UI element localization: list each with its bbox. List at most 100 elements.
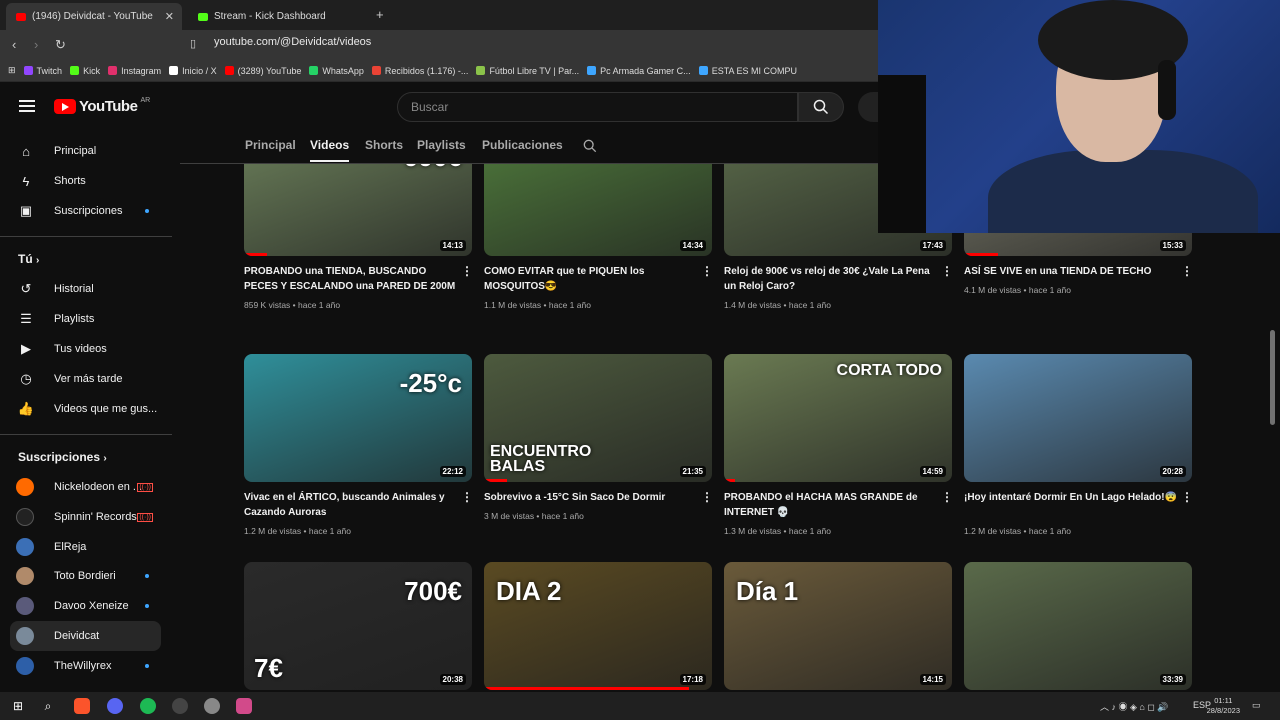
headset-icon xyxy=(1158,60,1176,120)
home-icon: ⌂ xyxy=(22,143,30,159)
video-meta: 1.2 M de vistas • hace 1 año xyxy=(964,526,1071,536)
duration-badge: 17:18 xyxy=(679,674,706,685)
video-meta: 4.1 M de vistas • hace 1 año xyxy=(964,285,1071,295)
new-tab-button[interactable]: + xyxy=(376,7,384,22)
tab-videos[interactable]: Videos xyxy=(310,138,350,162)
tab-shorts[interactable]: Shorts xyxy=(365,138,403,152)
obs-icon[interactable] xyxy=(172,698,188,714)
url-field[interactable]: youtube.com/@Deividcat/videos xyxy=(214,36,371,48)
bookmark-gmail[interactable]: Recibidos (1.176) -... xyxy=(371,66,468,76)
video-thumbnail[interactable]: 33:39 xyxy=(964,562,1192,690)
video-title[interactable]: Reloj de 900€ vs reloj de 30€ ¿Vale La P… xyxy=(724,264,939,294)
sidebar-item-principal[interactable]: ⌂ Principal xyxy=(10,136,161,166)
youtube-play-icon xyxy=(54,99,76,114)
scrollbar[interactable] xyxy=(1270,330,1275,425)
youtube-logo[interactable]: YouTube AR xyxy=(54,97,150,115)
voice-search-button[interactable] xyxy=(858,92,880,122)
more-options-icon[interactable]: ⋮ xyxy=(461,490,473,504)
duration-badge: 33:39 xyxy=(1159,674,1186,685)
search-icon xyxy=(813,99,829,115)
video-meta: 1.1 M de vistas • hace 1 año xyxy=(484,300,591,310)
spotify-icon[interactable] xyxy=(140,698,156,714)
discord-icon[interactable] xyxy=(107,698,123,714)
video-title[interactable]: PROBANDO una TIENDA, BUSCANDO PECES Y ES… xyxy=(244,264,459,294)
tray-icons[interactable]: ︿ ♪ ◉ ◈ ⌂ ◻ 🔊 xyxy=(1100,700,1169,713)
video-thumbnail[interactable]: 20:28 xyxy=(964,354,1192,482)
more-options-icon[interactable]: ⋮ xyxy=(941,490,953,504)
brave-icon[interactable] xyxy=(74,698,90,714)
watch-progress-bar xyxy=(244,253,267,256)
watch-progress-bar xyxy=(484,687,690,690)
more-options-icon[interactable]: ⋮ xyxy=(1181,490,1193,504)
app-icon[interactable] xyxy=(204,698,220,714)
bookmark-instagram[interactable]: Instagram xyxy=(108,66,161,76)
bookmark-futbol[interactable]: Fútbol Libre TV | Par... xyxy=(476,66,579,76)
video-meta: 3 M de vistas • hace 1 año xyxy=(484,511,584,521)
video-title[interactable]: PROBANDO el HACHA MAS GRANDE de INTERNET… xyxy=(724,490,939,520)
duration-badge: 17:43 xyxy=(919,240,946,251)
duration-badge: 14:34 xyxy=(679,240,706,251)
video-thumbnail[interactable]: DIA 2 17:18 xyxy=(484,562,712,690)
search-input[interactable]: Buscar xyxy=(397,92,798,122)
tab-label: Stream - Kick Dashboard xyxy=(214,11,326,22)
youtube-favicon-icon xyxy=(16,12,26,21)
bookmark-youtube[interactable]: (3289) YouTube xyxy=(224,66,301,76)
bookmark-compu[interactable]: ESTA ES MI COMPU xyxy=(698,66,797,76)
tab-kick[interactable]: Stream - Kick Dashboard xyxy=(188,3,368,30)
video-title[interactable]: Vivac en el ÁRTICO, buscando Animales y … xyxy=(244,490,459,520)
tab-label: (1946) Deivid​cat - YouTube xyxy=(32,11,153,22)
duration-badge: 14:15 xyxy=(919,674,946,685)
windows-start-icon[interactable]: ⊞ xyxy=(10,698,26,714)
active-app-icon[interactable] xyxy=(236,698,252,714)
video-title[interactable]: ASÍ SE VIVE en una TIENDA DE TECHO xyxy=(964,264,1179,279)
notifications-icon[interactable]: ▭ xyxy=(1252,700,1261,711)
bookmark-twitch[interactable]: Twitch xyxy=(23,66,62,76)
tab-publicaciones[interactable]: Publicaciones xyxy=(482,138,563,152)
watch-progress-bar xyxy=(484,479,507,482)
more-options-icon[interactable]: ⋮ xyxy=(701,264,713,278)
channel-search-icon[interactable] xyxy=(583,139,597,153)
bookmark-icon[interactable]: ▯ xyxy=(190,37,196,50)
more-options-icon[interactable]: ⋮ xyxy=(941,264,953,278)
tab-youtube[interactable]: (1946) Deivid​cat - YouTube ✕ xyxy=(6,3,182,30)
tab-principal[interactable]: Principal xyxy=(245,138,296,152)
video-title[interactable]: ¡Hoy intentaré Dormir En Un Lago Helado!… xyxy=(964,490,1179,505)
watch-progress-bar xyxy=(964,253,999,256)
more-options-icon[interactable]: ⋮ xyxy=(701,490,713,504)
bookmark-whatsapp[interactable]: WhatsApp xyxy=(309,66,364,76)
bookmark-pc[interactable]: Pc Armada Gamer C... xyxy=(587,66,691,76)
back-icon[interactable]: ‹ xyxy=(12,37,16,52)
forward-icon[interactable]: › xyxy=(34,37,38,52)
video-thumbnail[interactable]: 700€ 7€ 20:38 xyxy=(244,562,472,690)
thumbnail-overlay-text: DIA 2 xyxy=(496,576,562,606)
video-meta: 1.2 M de vistas • hace 1 año xyxy=(244,526,351,536)
video-title[interactable]: COMO EVITAR que te PIQUEN los MOSQUITOS😎 xyxy=(484,264,699,294)
thumbnail-overlay-text: ENCUENTRO BALAS xyxy=(490,443,592,475)
bookmark-kick[interactable]: Kick xyxy=(70,66,100,76)
webcam-overlay xyxy=(878,0,1280,233)
reload-icon[interactable]: ↻ xyxy=(55,37,66,53)
video-thumbnail[interactable]: Día 1 14:15 xyxy=(724,562,952,690)
search-button[interactable] xyxy=(798,92,844,122)
taskbar-search-icon[interactable]: ⌕ xyxy=(40,698,56,714)
duration-badge: 14:59 xyxy=(919,466,946,477)
taskbar: ⊞ ⌕ ︿ ♪ ◉ ◈ ⌂ ◻ 🔊 ESP 01:11 28/8/2023 ▭ xyxy=(0,692,1280,720)
video-thumbnail[interactable]: CORTA TODO 14:59 xyxy=(724,354,952,482)
clock[interactable]: 01:11 28/8/2023 xyxy=(1207,696,1240,716)
more-options-icon[interactable]: ⋮ xyxy=(461,264,473,278)
video-title[interactable]: Sobrevivo a -15°C Sin Saco De Dormir xyxy=(484,490,699,505)
watch-progress-bar xyxy=(724,479,736,482)
apps-icon[interactable]: ⊞ xyxy=(8,65,16,76)
video-thumbnail[interactable]: 990€ 14:13 xyxy=(244,164,472,256)
thumbnail-overlay-text: 700€ xyxy=(404,576,462,606)
menu-icon[interactable] xyxy=(19,100,35,112)
video-grid: 990€ 14:13 PROBANDO una TIENDA, BUSCANDO P… xyxy=(0,164,1280,692)
bookmark-x[interactable]: Inicio / X xyxy=(169,66,217,76)
video-thumbnail[interactable]: -25°c 22:12 xyxy=(244,354,472,482)
tab-playlists[interactable]: Playlists xyxy=(417,138,466,152)
video-thumbnail[interactable]: ENCUENTRO BALAS 21:35 xyxy=(484,354,712,482)
thumbnail-overlay-text: 7€ xyxy=(254,653,283,683)
video-thumbnail[interactable]: 14:34 xyxy=(484,164,712,256)
close-icon[interactable]: ✕ xyxy=(165,10,174,23)
more-options-icon[interactable]: ⋮ xyxy=(1181,264,1193,278)
